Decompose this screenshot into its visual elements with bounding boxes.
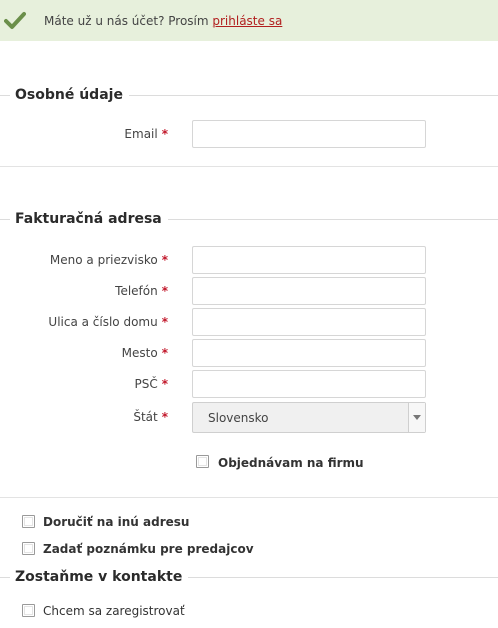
- login-notice-message: Máte už u nás účet? Prosím: [44, 14, 213, 28]
- city-label: Mesto *: [121, 346, 168, 360]
- city-field[interactable]: [192, 339, 426, 367]
- country-select[interactable]: Slovensko: [192, 402, 426, 433]
- deliver-other-address-checkbox[interactable]: [22, 515, 35, 528]
- zip-label: PSČ *: [134, 377, 168, 391]
- seller-note-label[interactable]: Zadať poznámku pre predajcov: [43, 542, 254, 556]
- country-select-value: Slovensko: [208, 411, 269, 425]
- login-notice-text: Máte už u nás účet? Prosím prihláste sa: [44, 14, 282, 28]
- required-mark: *: [161, 127, 168, 141]
- chevron-down-icon[interactable]: [408, 403, 425, 432]
- company-checkbox-label[interactable]: Objednávam na firmu: [218, 456, 364, 470]
- register-checkbox[interactable]: [22, 604, 35, 617]
- zip-field[interactable]: [192, 370, 426, 398]
- street-field[interactable]: [192, 308, 426, 336]
- deliver-other-address-label[interactable]: Doručiť na inú adresu: [43, 515, 189, 529]
- contact-section-heading: Zostaňme v kontakte: [0, 568, 498, 588]
- divider: [0, 166, 498, 167]
- billing-section-title: Fakturačná adresa: [10, 210, 168, 228]
- seller-note-checkbox[interactable]: [22, 542, 35, 555]
- login-notice-bar: Máte už u nás účet? Prosím prihláste sa: [0, 0, 498, 41]
- contact-section-title: Zostaňme v kontakte: [10, 568, 189, 586]
- phone-label: Telefón *: [115, 284, 168, 298]
- email-label: Email *: [124, 127, 168, 141]
- email-field[interactable]: [192, 120, 426, 148]
- divider: [0, 497, 498, 498]
- name-label: Meno a priezvisko *: [49, 253, 168, 267]
- register-label[interactable]: Chcem sa zaregistrovať: [43, 604, 185, 618]
- country-label: Štát *: [133, 410, 168, 424]
- personal-section-title: Osobné údaje: [10, 86, 129, 104]
- phone-field[interactable]: [192, 277, 426, 305]
- checkmark-icon: [4, 12, 26, 29]
- company-checkbox[interactable]: [196, 455, 209, 468]
- billing-section-heading: Fakturačná adresa: [0, 210, 498, 230]
- name-field[interactable]: [192, 246, 426, 274]
- street-label: Ulica a číslo domu *: [48, 315, 168, 329]
- login-link[interactable]: prihláste sa: [212, 14, 282, 28]
- personal-section-heading: Osobné údaje: [0, 86, 498, 106]
